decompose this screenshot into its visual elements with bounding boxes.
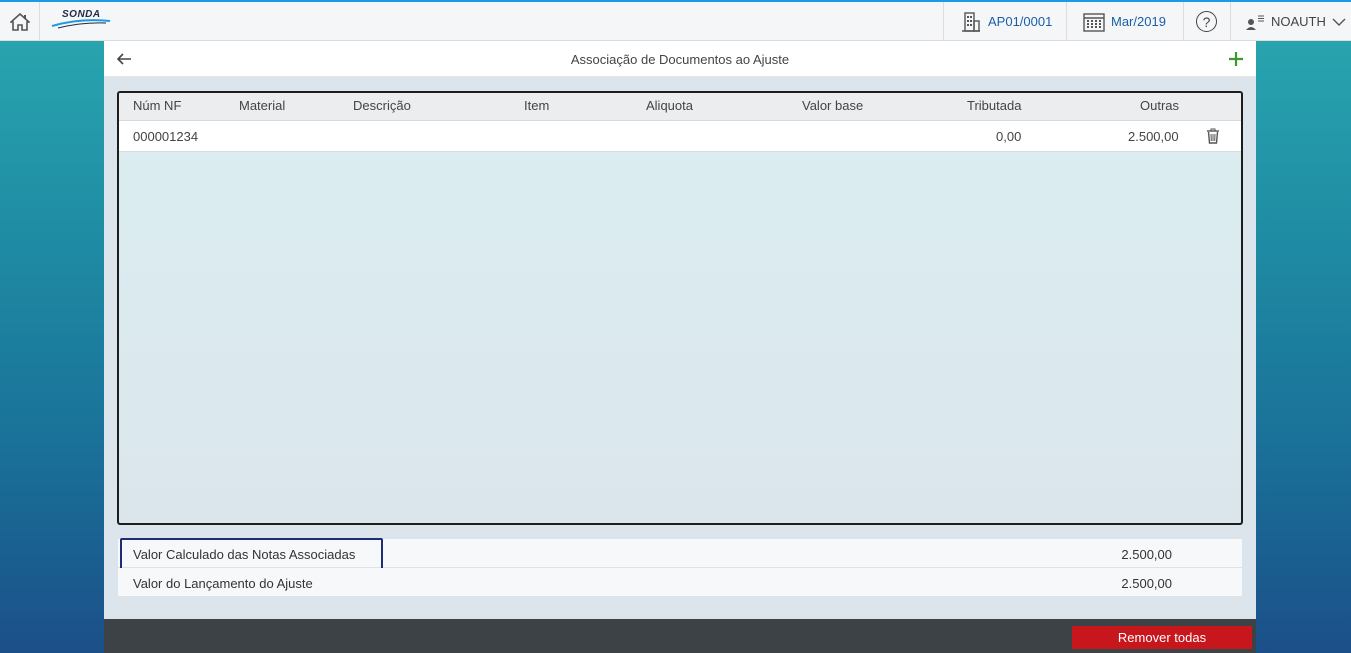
- home-button[interactable]: [0, 2, 40, 41]
- cell-tributada: 0,00: [996, 129, 1022, 144]
- col-item[interactable]: Item: [524, 98, 549, 113]
- panel-header: Associação de Documentos ao Ajuste: [104, 41, 1256, 77]
- documents-table: Núm NF Material Descrição Item Aliquota …: [117, 91, 1243, 525]
- trash-icon[interactable]: [1204, 127, 1222, 145]
- user-menu[interactable]: NOAUTH: [1230, 2, 1351, 41]
- col-descricao[interactable]: Descrição: [353, 98, 411, 113]
- company-selector[interactable]: AP01/0001: [943, 2, 1066, 41]
- page-title: Associação de Documentos ao Ajuste: [570, 52, 790, 67]
- col-aliquota[interactable]: Aliquota: [646, 98, 693, 113]
- sonda-logo: SONDA: [50, 8, 112, 34]
- top-bar: SONDA AP01/0001 Mar/2019 ? NOAUTH: [0, 0, 1351, 41]
- col-num-nf[interactable]: Núm NF: [133, 98, 181, 113]
- main-panel: Associação de Documentos ao Ajuste Núm N…: [104, 41, 1256, 619]
- home-icon: [9, 12, 30, 31]
- table-header: Núm NF Material Descrição Item Aliquota …: [119, 93, 1241, 121]
- user-icon: [1245, 13, 1265, 31]
- period-value: Mar/2019: [1111, 14, 1166, 29]
- user-name: NOAUTH: [1271, 14, 1326, 29]
- col-tributada[interactable]: Tributada: [967, 98, 1021, 113]
- col-outras[interactable]: Outras: [1140, 98, 1179, 113]
- lancamento-label: Valor do Lançamento do Ajuste: [133, 576, 313, 591]
- add-icon[interactable]: [1226, 49, 1246, 69]
- calculated-value: 2.500,00: [1121, 547, 1172, 562]
- lancamento-value: 2.500,00: [1121, 576, 1172, 591]
- table-row[interactable]: 000001234 0,00 2.500,00: [119, 121, 1241, 152]
- calendar-icon: [1083, 12, 1105, 32]
- remove-all-button[interactable]: Remover todas: [1072, 626, 1252, 649]
- help-button[interactable]: ?: [1183, 2, 1230, 41]
- help-icon: ?: [1196, 11, 1217, 32]
- period-selector[interactable]: Mar/2019: [1066, 2, 1183, 41]
- col-material[interactable]: Material: [239, 98, 285, 113]
- building-icon: [960, 11, 982, 33]
- col-valor-base[interactable]: Valor base: [802, 98, 863, 113]
- cell-outras: 2.500,00: [1128, 129, 1179, 144]
- summary-row-lancamento[interactable]: Valor do Lançamento do Ajuste 2.500,00: [118, 568, 1242, 597]
- summary-row-calculated[interactable]: Valor Calculado das Notas Associadas 2.5…: [118, 538, 1242, 571]
- calculated-label: Valor Calculado das Notas Associadas: [133, 547, 356, 562]
- footer-bar: Remover todas: [104, 619, 1256, 653]
- company-code: AP01/0001: [988, 14, 1053, 29]
- cell-num-nf: 000001234: [133, 129, 199, 144]
- chevron-down-icon: [1332, 18, 1346, 26]
- help-icon-glyph: ?: [1202, 13, 1211, 30]
